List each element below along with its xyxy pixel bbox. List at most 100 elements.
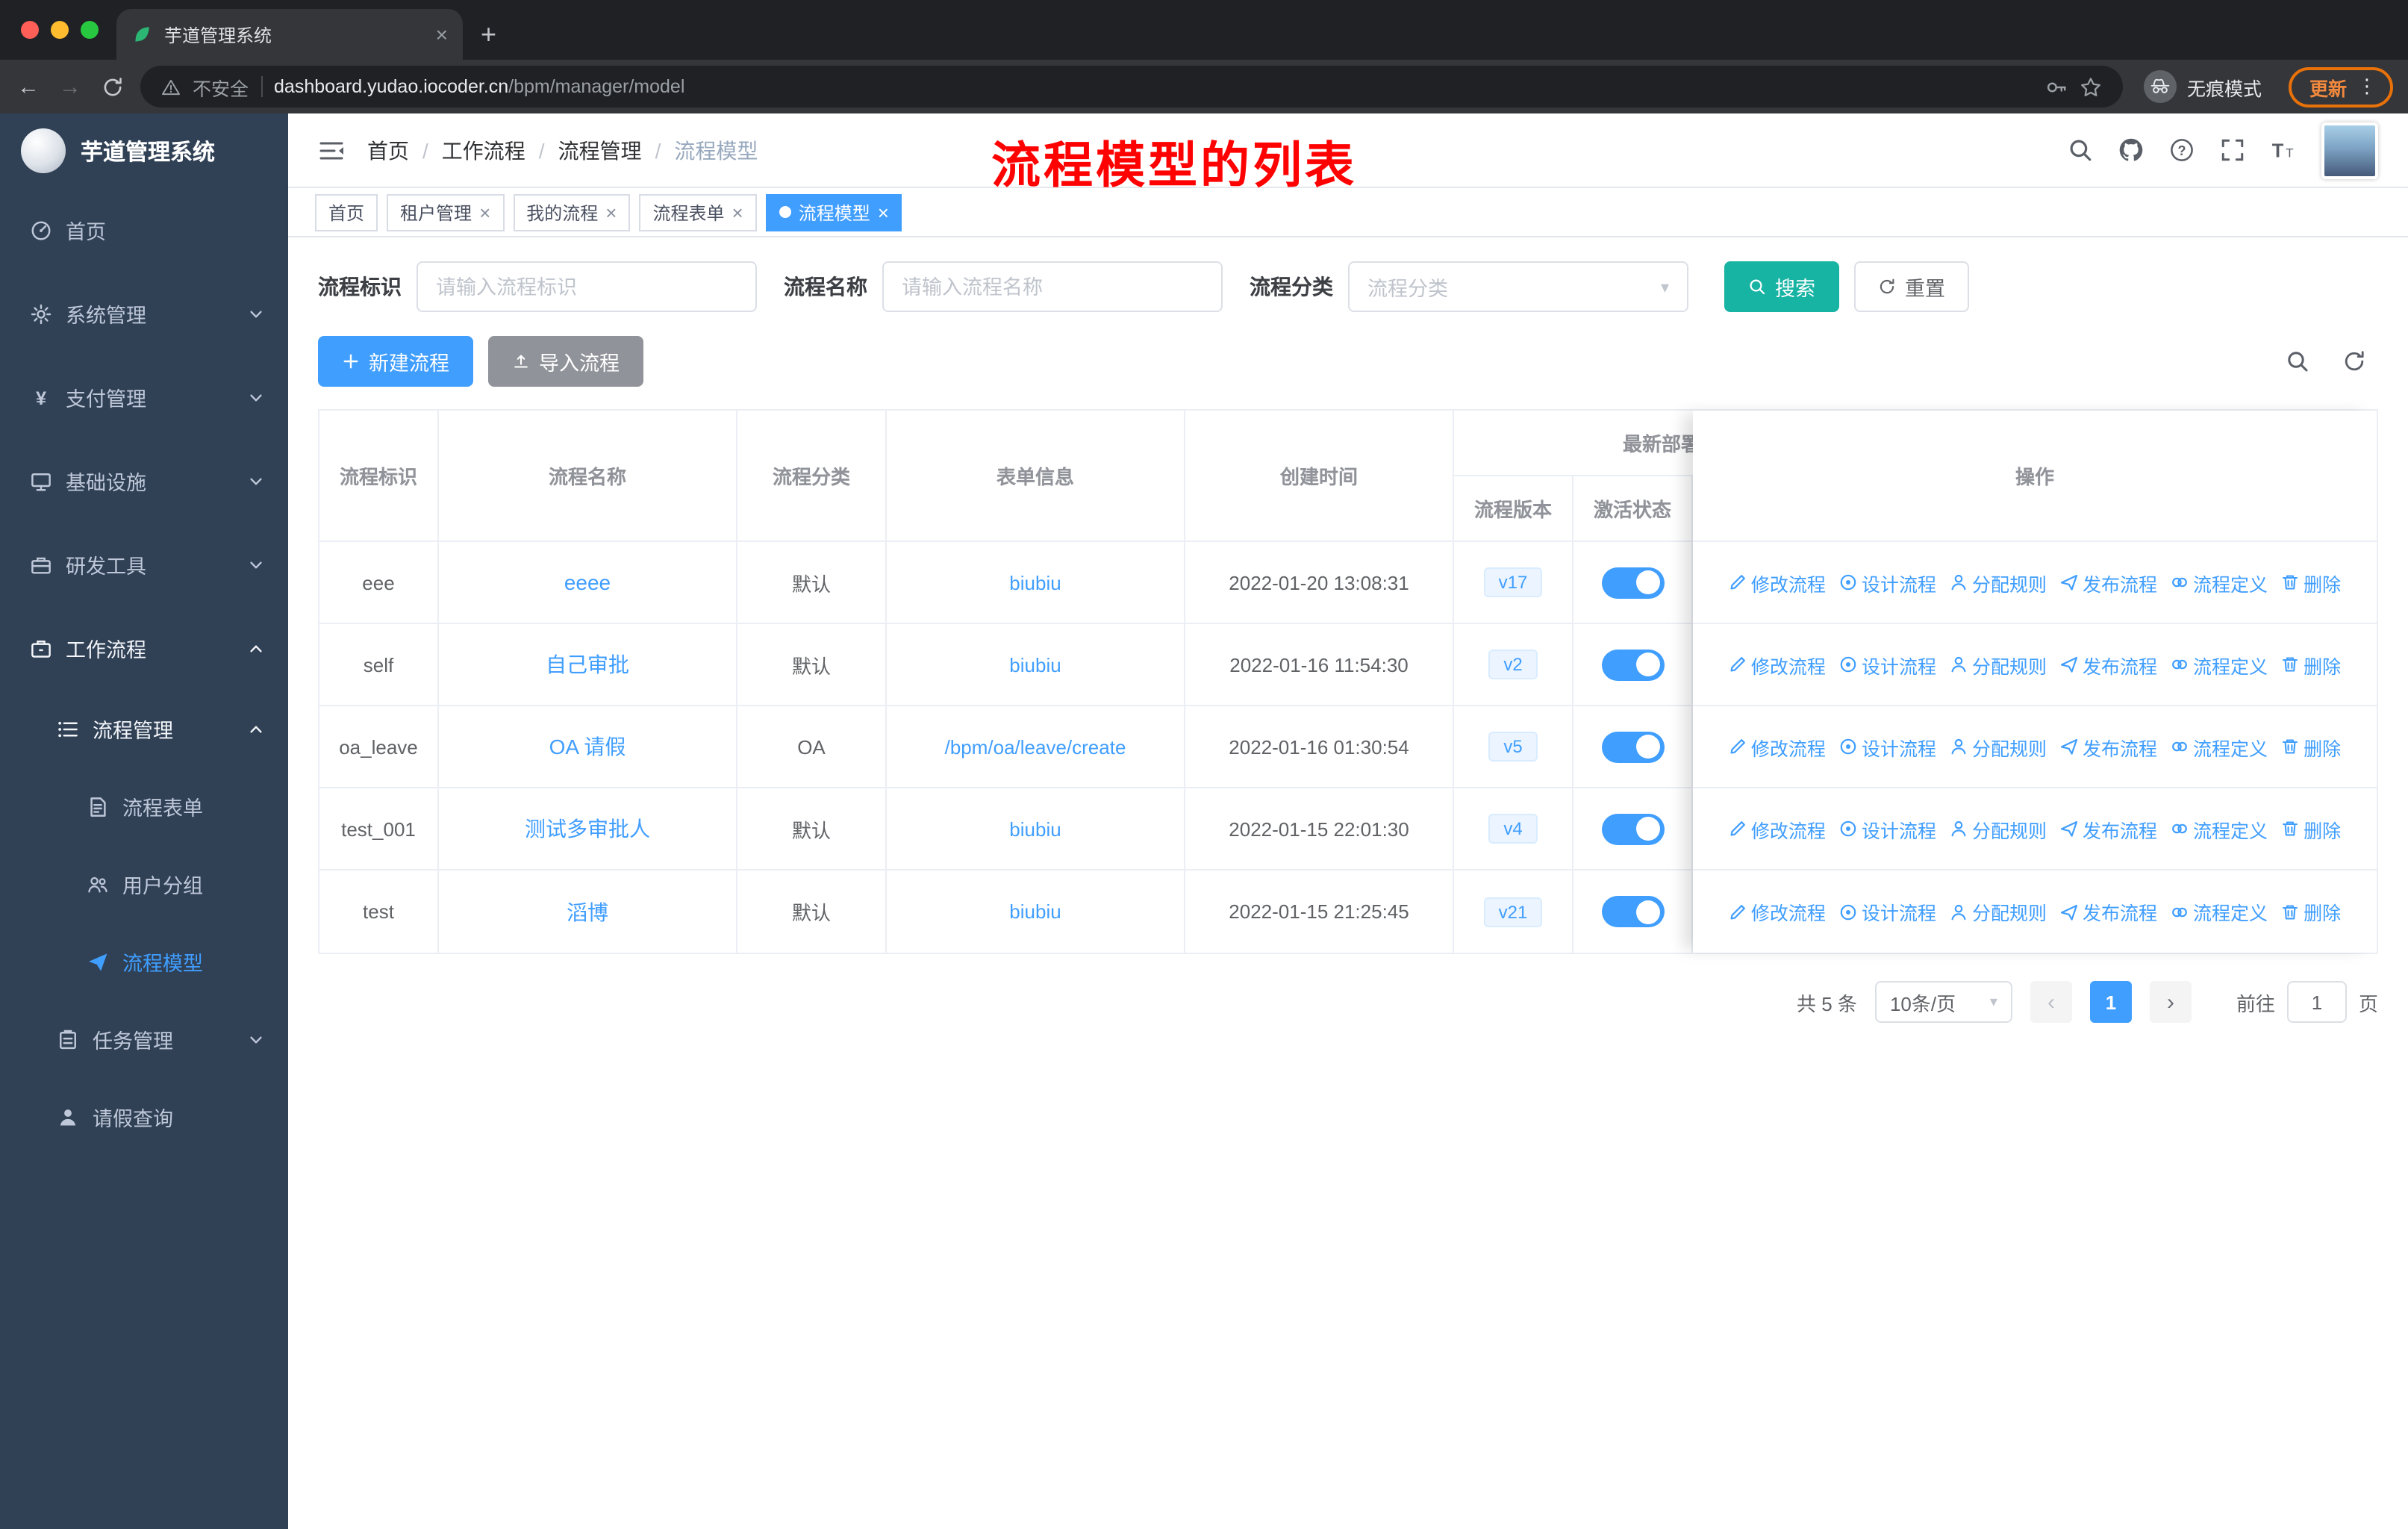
prev-page-button[interactable]: ‹ [2030, 981, 2072, 1023]
action-design[interactable]: 设计流程 [1839, 568, 1936, 597]
address-bar[interactable]: 不安全 dashboard.yudao.iocoder.cn/bpm/manag… [140, 66, 2123, 108]
browser-tab[interactable]: 芋道管理系统 × [116, 9, 463, 60]
form-info-link[interactable]: biubiu [1009, 900, 1061, 923]
new-tab-button[interactable]: + [481, 19, 496, 51]
sidebar-collapse-icon[interactable] [318, 138, 345, 162]
reload-button[interactable] [99, 75, 125, 98]
close-window-button[interactable] [21, 21, 39, 39]
goto-page-input[interactable] [2286, 981, 2347, 1023]
action-publish[interactable]: 发布流程 [2060, 650, 2157, 679]
help-icon[interactable]: ? [2169, 137, 2195, 163]
reset-button[interactable]: 重置 [1854, 261, 1969, 312]
forward-button[interactable]: → [57, 74, 84, 99]
action-assign-rule[interactable]: 分配规则 [1950, 897, 2047, 926]
sidebar-item-user-group[interactable]: 用户分组 [0, 845, 288, 923]
active-toggle[interactable] [1601, 896, 1664, 927]
form-info-link[interactable]: biubiu [1009, 571, 1061, 594]
tag-view[interactable]: 流程表单 × [639, 193, 757, 231]
import-process-button[interactable]: 导入流程 [488, 336, 643, 387]
sidebar-item-task-management[interactable]: 任务管理 [0, 1000, 288, 1078]
form-info-link[interactable]: biubiu [1009, 818, 1061, 840]
font-size-icon[interactable]: TT [2271, 137, 2296, 163]
zoom-window-button[interactable] [81, 21, 99, 39]
action-edit[interactable]: 修改流程 [1729, 568, 1826, 597]
process-name-input[interactable] [882, 261, 1223, 312]
search-icon[interactable] [2068, 137, 2093, 163]
active-toggle[interactable] [1601, 649, 1664, 680]
action-delete[interactable]: 删除 [2281, 815, 2341, 843]
sidebar-item-payment-management[interactable]: ¥ 支付管理 [0, 355, 288, 439]
action-assign-rule[interactable]: 分配规则 [1950, 650, 2047, 679]
action-publish[interactable]: 发布流程 [2060, 732, 2157, 761]
action-edit[interactable]: 修改流程 [1729, 897, 1826, 926]
current-page-button[interactable]: 1 [2089, 981, 2132, 1023]
sidebar-item-process-form[interactable]: 流程表单 [0, 767, 288, 845]
form-info-link[interactable]: /bpm/oa/leave/create [945, 735, 1126, 758]
breadcrumb-item[interactable]: 流程管理 [558, 135, 642, 165]
sidebar-item-process-model[interactable]: 流程模型 [0, 923, 288, 1000]
active-toggle[interactable] [1601, 731, 1664, 762]
password-key-icon[interactable] [2045, 75, 2068, 98]
process-name-link[interactable]: 滔博 [567, 897, 608, 927]
action-definition[interactable]: 流程定义 [2171, 650, 2268, 679]
github-icon[interactable] [2118, 137, 2144, 163]
sidebar-item-dev-tools[interactable]: 研发工具 [0, 523, 288, 606]
process-name-link[interactable]: OA 请假 [549, 732, 626, 762]
form-info-link[interactable]: biubiu [1009, 653, 1061, 676]
tag-view[interactable]: 首页 [315, 193, 378, 231]
breadcrumb-item[interactable]: 工作流程 [442, 135, 525, 165]
action-definition[interactable]: 流程定义 [2171, 732, 2268, 761]
action-edit[interactable]: 修改流程 [1729, 650, 1826, 679]
action-design[interactable]: 设计流程 [1839, 897, 1936, 926]
minimize-window-button[interactable] [51, 21, 69, 39]
sidebar-item-leave-query[interactable]: 请假查询 [0, 1078, 288, 1156]
tab-close-icon[interactable]: × [436, 22, 448, 46]
tag-view[interactable]: 租户管理 × [387, 193, 505, 231]
tag-close-icon[interactable]: × [479, 202, 490, 222]
action-edit[interactable]: 修改流程 [1729, 815, 1826, 843]
action-design[interactable]: 设计流程 [1839, 815, 1936, 843]
sidebar-item-workflow[interactable]: 工作流程 [0, 606, 288, 690]
back-button[interactable]: ← [15, 74, 42, 99]
app-logo[interactable]: 芋道管理系统 [0, 113, 288, 188]
action-definition[interactable]: 流程定义 [2171, 815, 2268, 843]
tag-close-icon[interactable]: × [605, 202, 617, 222]
active-toggle[interactable] [1601, 567, 1664, 598]
action-delete[interactable]: 删除 [2281, 568, 2341, 597]
tag-close-icon[interactable]: × [732, 202, 743, 222]
sidebar-item-home[interactable]: 首页 [0, 188, 288, 272]
browser-menu-icon[interactable]: ⋮ [2357, 75, 2377, 99]
action-definition[interactable]: 流程定义 [2171, 897, 2268, 926]
action-design[interactable]: 设计流程 [1839, 732, 1936, 761]
action-publish[interactable]: 发布流程 [2060, 568, 2157, 597]
action-publish[interactable]: 发布流程 [2060, 815, 2157, 843]
next-page-button[interactable]: › [2149, 981, 2192, 1023]
tag-view[interactable]: 流程模型 × [765, 193, 902, 231]
sidebar-item-system-management[interactable]: 系统管理 [0, 272, 288, 355]
action-assign-rule[interactable]: 分配规则 [1950, 732, 2047, 761]
refresh-table-icon[interactable] [2342, 349, 2366, 373]
sidebar-item-infrastructure[interactable]: 基础设施 [0, 439, 288, 523]
update-button[interactable]: 更新 ⋮ [2288, 66, 2393, 107]
active-toggle[interactable] [1601, 813, 1664, 844]
action-publish[interactable]: 发布流程 [2060, 897, 2157, 926]
action-design[interactable]: 设计流程 [1839, 650, 1936, 679]
create-process-button[interactable]: 新建流程 [318, 336, 473, 387]
breadcrumb-item[interactable]: 首页 [367, 135, 409, 165]
action-delete[interactable]: 删除 [2281, 897, 2341, 926]
page-size-select[interactable]: 10条/页 ▾ [1874, 981, 2012, 1023]
action-delete[interactable]: 删除 [2281, 650, 2341, 679]
action-assign-rule[interactable]: 分配规则 [1950, 568, 2047, 597]
action-delete[interactable]: 删除 [2281, 732, 2341, 761]
category-select[interactable]: 流程分类 ▾ [1348, 261, 1688, 312]
search-button[interactable]: 搜索 [1724, 261, 1839, 312]
process-name-link[interactable]: 自己审批 [546, 650, 629, 679]
avatar[interactable] [2321, 122, 2378, 178]
process-name-link[interactable]: 测试多审批人 [525, 814, 650, 844]
action-edit[interactable]: 修改流程 [1729, 732, 1826, 761]
sidebar-item-process-management[interactable]: 流程管理 [0, 690, 288, 767]
action-assign-rule[interactable]: 分配规则 [1950, 815, 2047, 843]
tag-view[interactable]: 我的流程 × [513, 193, 631, 231]
fullscreen-icon[interactable] [2220, 137, 2245, 163]
toggle-search-icon[interactable] [2286, 349, 2309, 373]
